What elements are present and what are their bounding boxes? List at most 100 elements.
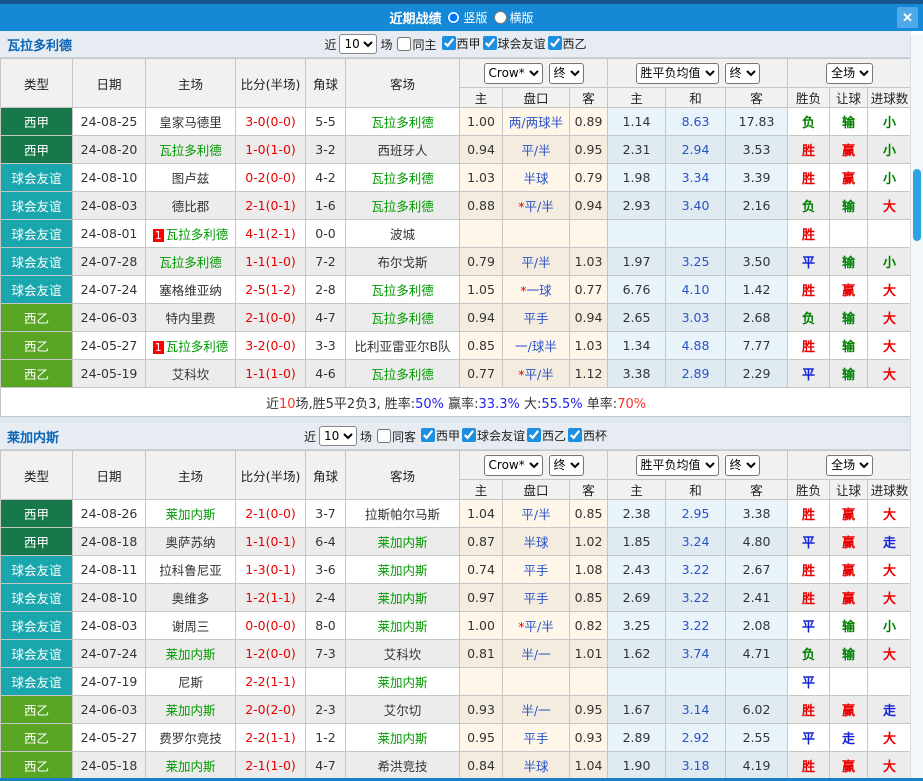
league-checkbox[interactable] bbox=[441, 36, 456, 51]
league-filter[interactable]: 球会友谊 bbox=[481, 35, 546, 52]
away-team-name: 瓦拉多利德 bbox=[371, 171, 434, 186]
cell-result-wdl: 胜 bbox=[787, 583, 831, 612]
home-team-name: 费罗尔竞技 bbox=[159, 731, 222, 746]
league-filter[interactable]: 西杯 bbox=[566, 427, 607, 444]
col-result-handicap: 让球 bbox=[829, 87, 869, 108]
cell-league-type: 球会友谊 bbox=[0, 219, 73, 248]
scrollbar-track[interactable] bbox=[910, 35, 923, 778]
odds-time-select[interactable]: 终 bbox=[548, 454, 584, 476]
cell-away-team: 布尔戈斯 bbox=[345, 247, 460, 276]
avg-odds-header: 胜平负均值终 bbox=[607, 450, 789, 480]
league-checkbox[interactable] bbox=[568, 428, 583, 443]
cell-away-team: 莱加内斯 bbox=[345, 667, 460, 696]
cell-league-type: 球会友谊 bbox=[0, 639, 73, 668]
cell-avg-home: 1.34 bbox=[607, 331, 667, 360]
league-checkbox[interactable] bbox=[482, 36, 497, 51]
scrollbar-thumb[interactable] bbox=[913, 169, 921, 241]
same-venue-filter[interactable]: 同客 bbox=[375, 428, 416, 445]
home-team-name: 莱加内斯 bbox=[165, 507, 216, 522]
avg-odds-select[interactable]: 胜平负均值 bbox=[635, 62, 719, 84]
cell-corners: 2-8 bbox=[305, 275, 346, 304]
cell-home-team: 图卢兹 bbox=[145, 163, 236, 192]
match-row: 球会友谊 24-07-19 尼斯 2-2(1-1) 莱加内斯 平 bbox=[0, 667, 913, 696]
layout-option-horizontal[interactable]: 横版 bbox=[490, 9, 534, 26]
odds-provider-select[interactable]: Crow* bbox=[483, 62, 543, 84]
cell-home-team: 1 瓦拉多利德 bbox=[145, 331, 236, 360]
summary-segment: 近 bbox=[265, 396, 279, 412]
cell-score: 2-2(1-1) bbox=[235, 667, 306, 696]
col-odds-away: 客 bbox=[568, 87, 609, 108]
league-filters: 西甲 球会友谊 西乙 bbox=[440, 35, 587, 54]
cell-corners: 7-2 bbox=[305, 247, 346, 276]
league-checkbox[interactable] bbox=[547, 36, 562, 51]
cell-home-team: 莱加内斯 bbox=[145, 639, 236, 668]
cell-away-team: 希洪竞技 bbox=[345, 751, 460, 778]
odds-time-select[interactable]: 终 bbox=[548, 62, 584, 84]
home-team-name: 莱加内斯 bbox=[165, 703, 216, 718]
matches-table: 类型 日期 主场 比分(半场) 角球 客场 Crow* 终 胜平负均值终 全场 … bbox=[0, 450, 913, 778]
cell-odds-home: 1.04 bbox=[459, 499, 503, 528]
league-filter[interactable]: 西乙 bbox=[525, 427, 566, 444]
horizontal-radio[interactable] bbox=[493, 11, 507, 24]
league-checkbox[interactable] bbox=[462, 428, 476, 443]
cell-avg-home: 3.38 bbox=[607, 359, 667, 388]
cell-avg-home: 2.38 bbox=[607, 499, 667, 528]
cell-handicap: *平/半 bbox=[502, 359, 570, 388]
cell-avg-away: 3.39 bbox=[725, 163, 789, 192]
fulltime-select[interactable]: 全场 bbox=[826, 454, 874, 476]
cell-result-goals: 大 bbox=[867, 303, 913, 332]
cell-home-team: 瓦拉多利德 bbox=[145, 247, 236, 276]
same-venue-checkbox[interactable] bbox=[397, 37, 412, 51]
odds-provider-select[interactable]: Crow* bbox=[483, 454, 543, 476]
cell-odds-home: 0.85 bbox=[459, 331, 503, 360]
cell-league-type: 球会友谊 bbox=[0, 163, 73, 192]
match-count-select[interactable]: 10 bbox=[339, 34, 378, 54]
league-filter[interactable]: 西乙 bbox=[546, 35, 587, 52]
cell-avg-draw bbox=[665, 667, 727, 696]
away-team-name: 艾尔切 bbox=[383, 703, 422, 718]
col-handicap: 盘口 bbox=[502, 87, 570, 108]
cell-odds-home: 0.84 bbox=[459, 751, 503, 778]
avg-time-select[interactable]: 终 bbox=[724, 454, 760, 476]
vertical-radio[interactable] bbox=[447, 11, 461, 24]
league-label: 西甲 bbox=[435, 428, 460, 443]
match-row: 西乙 24-05-27 费罗尔竞技 2-2(1-1) 1-2 莱加内斯 0.95 平手 0.93… bbox=[0, 723, 913, 752]
home-team-name: 拉科鲁尼亚 bbox=[159, 563, 222, 578]
same-venue-checkbox[interactable] bbox=[376, 429, 391, 443]
cell-handicap: 平手 bbox=[502, 303, 570, 332]
match-row: 西乙 24-06-03 莱加内斯 2-0(2-0) 2-3 艾尔切 0.93 半/一 0.95 1… bbox=[0, 695, 913, 724]
handicap-star: * bbox=[518, 199, 525, 214]
cell-away-team: 艾科坎 bbox=[345, 639, 460, 668]
cell-date: 24-08-03 bbox=[72, 191, 146, 220]
match-count-select[interactable]: 10 bbox=[318, 426, 357, 446]
col-result-wdl: 胜负 bbox=[787, 87, 831, 108]
summary-segment: 场,胜5平2负3, 胜率: bbox=[295, 396, 416, 412]
cell-date: 24-05-18 bbox=[72, 751, 146, 778]
league-checkbox[interactable] bbox=[527, 428, 542, 443]
same-venue-filter[interactable]: 同主 bbox=[395, 36, 437, 53]
col-avg-away: 客 bbox=[725, 87, 789, 108]
cell-score: 2-2(1-1) bbox=[235, 723, 306, 752]
fulltime-select[interactable]: 全场 bbox=[826, 62, 874, 84]
cell-score: 3-2(0-0) bbox=[235, 331, 306, 360]
league-checkbox[interactable] bbox=[420, 428, 435, 443]
cell-result-wdl: 胜 bbox=[787, 219, 831, 248]
cell-avg-draw: 3.74 bbox=[665, 639, 727, 668]
cell-away-team: 艾尔切 bbox=[345, 695, 460, 724]
avg-time-select[interactable]: 终 bbox=[724, 62, 760, 84]
layout-option-vertical[interactable]: 竖版 bbox=[443, 9, 488, 26]
cell-odds-away: 1.01 bbox=[568, 639, 609, 668]
league-label: 西乙 bbox=[562, 36, 587, 51]
league-filter[interactable]: 球会友谊 bbox=[460, 427, 525, 444]
section-header: 瓦拉多利德 近 10 场 同主 西甲 球会友谊 西乙 bbox=[0, 31, 911, 58]
avg-odds-select[interactable]: 胜平负均值 bbox=[635, 454, 719, 476]
away-team-name: 莱加内斯 bbox=[377, 535, 428, 550]
cell-handicap: 平手 bbox=[502, 555, 570, 584]
cell-result-goals: 大 bbox=[867, 723, 913, 752]
cell-away-team: 瓦拉多利德 bbox=[345, 359, 460, 388]
close-button[interactable]: ✕ bbox=[897, 7, 918, 28]
cell-corners: 4-6 bbox=[305, 359, 346, 388]
cell-result-goals: 小 bbox=[867, 247, 913, 276]
league-filter[interactable]: 西甲 bbox=[419, 427, 460, 444]
league-filter[interactable]: 西甲 bbox=[440, 35, 481, 52]
